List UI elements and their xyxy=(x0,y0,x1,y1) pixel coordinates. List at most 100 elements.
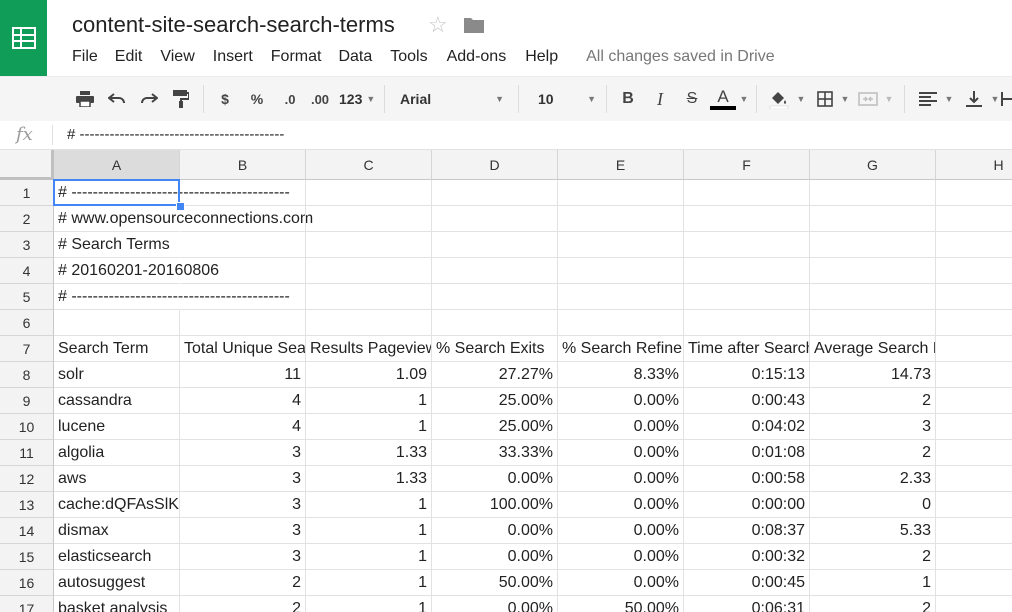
cell-g11[interactable]: 2 xyxy=(810,440,936,466)
cell-e4[interactable] xyxy=(558,258,684,284)
cell-d1[interactable] xyxy=(432,180,558,206)
cell-a6[interactable] xyxy=(54,310,180,336)
cell-d4[interactable] xyxy=(432,258,558,284)
cell-h9[interactable] xyxy=(936,388,1012,414)
cell-c1[interactable] xyxy=(306,180,432,206)
cell-d14[interactable]: 0.00% xyxy=(432,518,558,544)
row-header[interactable]: 16 xyxy=(0,570,54,596)
cell-g15[interactable]: 2 xyxy=(810,544,936,570)
cell-b9[interactable]: 4 xyxy=(180,388,306,414)
cell-h12[interactable] xyxy=(936,466,1012,492)
cell-f11[interactable]: 0:01:08 xyxy=(684,440,810,466)
cell-b10[interactable]: 4 xyxy=(180,414,306,440)
column-header-f[interactable]: F xyxy=(684,150,810,180)
cell-a7[interactable]: Search Term xyxy=(54,336,180,362)
cell-b5[interactable] xyxy=(180,284,306,310)
cell-a2[interactable]: # www.opensourceconnections.com xyxy=(54,206,313,232)
cell-b2[interactable] xyxy=(180,206,306,232)
cell-h6[interactable] xyxy=(936,310,1012,336)
vertical-align-icon[interactable] xyxy=(962,77,986,121)
cell-d8[interactable]: 27.27% xyxy=(432,362,558,388)
cell-c12[interactable]: 1.33 xyxy=(306,466,432,492)
decrease-decimal-button[interactable]: .0 xyxy=(278,77,302,121)
cell-e14[interactable]: 0.00% xyxy=(558,518,684,544)
cell-d6[interactable] xyxy=(432,310,558,336)
cell-h7[interactable] xyxy=(936,336,1012,362)
cell-g9[interactable]: 2 xyxy=(810,388,936,414)
row-header[interactable]: 9 xyxy=(0,388,54,414)
cell-f15[interactable]: 0:00:32 xyxy=(684,544,810,570)
row-header[interactable]: 5 xyxy=(0,284,54,310)
cell-c10[interactable]: 1 xyxy=(306,414,432,440)
cell-d2[interactable] xyxy=(432,206,558,232)
redo-icon[interactable] xyxy=(136,77,162,121)
column-header-g[interactable]: G xyxy=(810,150,936,180)
cell-b11[interactable]: 3 xyxy=(180,440,306,466)
cell-g5[interactable] xyxy=(810,284,936,310)
cell-g6[interactable] xyxy=(810,310,936,336)
row-header[interactable]: 8 xyxy=(0,362,54,388)
doc-title[interactable]: content-site-search-search-terms xyxy=(72,12,395,38)
borders-icon[interactable] xyxy=(814,77,836,121)
paint-format-icon[interactable] xyxy=(168,77,194,121)
cell-f17[interactable]: 0:06:31 xyxy=(684,596,810,612)
cell-g4[interactable] xyxy=(810,258,936,284)
cell-e16[interactable]: 0.00% xyxy=(558,570,684,596)
cell-b8[interactable]: 11 xyxy=(180,362,306,388)
cell-c5[interactable] xyxy=(306,284,432,310)
cell-c8[interactable]: 1.09 xyxy=(306,362,432,388)
column-header-c[interactable]: C xyxy=(306,150,432,180)
cell-f16[interactable]: 0:00:45 xyxy=(684,570,810,596)
menu-addons[interactable]: Add-ons xyxy=(447,48,507,66)
cell-d15[interactable]: 0.00% xyxy=(432,544,558,570)
cell-b15[interactable]: 3 xyxy=(180,544,306,570)
column-header-d[interactable]: D xyxy=(432,150,558,180)
cell-e5[interactable] xyxy=(558,284,684,310)
cell-b1[interactable] xyxy=(180,180,306,206)
cell-g14[interactable]: 5.33 xyxy=(810,518,936,544)
cell-e8[interactable]: 8.33% xyxy=(558,362,684,388)
increase-decimal-button[interactable]: .00 xyxy=(306,77,334,121)
cell-a8[interactable]: solr xyxy=(54,362,180,388)
font-family-dropdown[interactable]: Arial ▼ xyxy=(400,77,504,121)
chevron-down-icon[interactable]: ▼ xyxy=(990,77,1000,121)
cell-a4[interactable]: # 20160201-20160806 xyxy=(54,258,219,284)
cell-e6[interactable] xyxy=(558,310,684,336)
cell-c3[interactable] xyxy=(306,232,432,258)
cell-f5[interactable] xyxy=(684,284,810,310)
cell-h3[interactable] xyxy=(936,232,1012,258)
cell-h4[interactable] xyxy=(936,258,1012,284)
font-size-dropdown[interactable]: 10 ▼ xyxy=(538,77,596,121)
cell-b13[interactable]: 3 xyxy=(180,492,306,518)
cell-f6[interactable] xyxy=(684,310,810,336)
cell-d9[interactable]: 25.00% xyxy=(432,388,558,414)
number-format-dropdown[interactable]: 123 ▼ xyxy=(339,77,375,121)
cell-h5[interactable] xyxy=(936,284,1012,310)
percent-format-button[interactable]: % xyxy=(246,77,268,121)
cell-c4[interactable] xyxy=(306,258,432,284)
cell-g16[interactable]: 1 xyxy=(810,570,936,596)
cell-f3[interactable] xyxy=(684,232,810,258)
cell-f1[interactable] xyxy=(684,180,810,206)
row-header[interactable]: 1 xyxy=(0,180,54,206)
cell-b14[interactable]: 3 xyxy=(180,518,306,544)
text-wrap-icon[interactable] xyxy=(1000,77,1012,121)
column-header-e[interactable]: E xyxy=(558,150,684,180)
cell-h8[interactable] xyxy=(936,362,1012,388)
cell-c11[interactable]: 1.33 xyxy=(306,440,432,466)
print-icon[interactable] xyxy=(72,77,98,121)
merge-cells-icon[interactable] xyxy=(856,77,880,121)
star-icon[interactable]: ☆ xyxy=(428,12,448,38)
bold-button[interactable]: B xyxy=(617,77,639,121)
cell-c7[interactable]: Results Pageviews / Search xyxy=(306,336,432,362)
cell-d3[interactable] xyxy=(432,232,558,258)
cell-f12[interactable]: 0:00:58 xyxy=(684,466,810,492)
menu-view[interactable]: View xyxy=(160,48,194,66)
sheets-logo-icon[interactable] xyxy=(0,0,47,76)
cell-a9[interactable]: cassandra xyxy=(54,388,180,414)
chevron-down-icon[interactable]: ▼ xyxy=(840,77,850,121)
cell-e13[interactable]: 0.00% xyxy=(558,492,684,518)
chevron-down-icon[interactable]: ▼ xyxy=(884,77,894,121)
cell-g8[interactable]: 14.73 xyxy=(810,362,936,388)
cell-a15[interactable]: elasticsearch xyxy=(54,544,180,570)
